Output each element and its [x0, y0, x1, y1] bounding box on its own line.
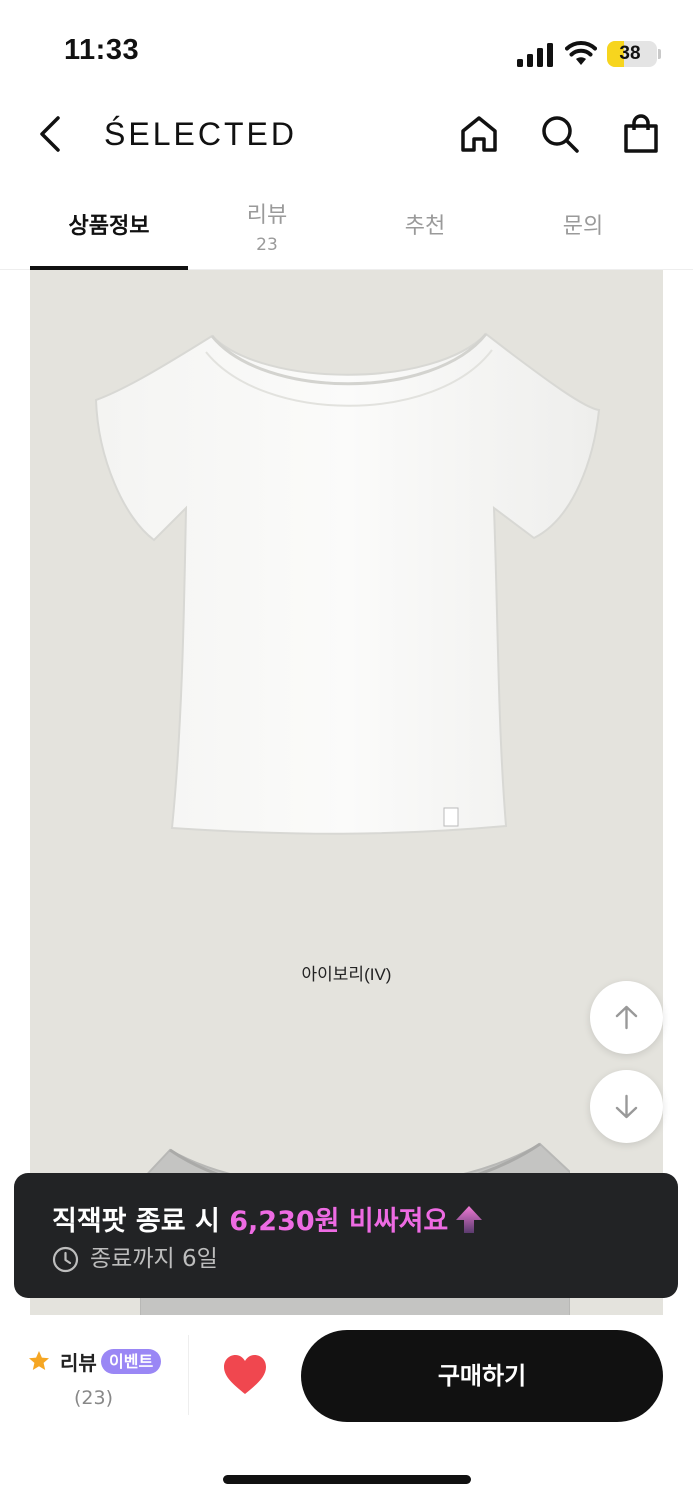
- home-icon[interactable]: [457, 112, 501, 156]
- promo-text: 직잭팟 종료 시: [52, 1206, 230, 1237]
- promo-headline: 직잭팟 종료 시 6,230원 비싸져요: [52, 1199, 484, 1238]
- price-increase-banner[interactable]: 직잭팟 종료 시 6,230원 비싸져요 종료까지 6일: [14, 1173, 678, 1298]
- star-icon: [29, 1351, 49, 1370]
- status-time: 11:33: [64, 34, 140, 66]
- wifi-icon: [565, 41, 597, 65]
- brand-logo[interactable]: ŚELECTED: [104, 112, 297, 156]
- battery-indicator: 38: [607, 41, 661, 67]
- search-icon[interactable]: [538, 112, 582, 156]
- scroll-up-button[interactable]: [590, 981, 663, 1054]
- clock-icon: [52, 1246, 79, 1273]
- arrow-up-gradient-icon: [456, 1206, 483, 1233]
- scroll-down-button[interactable]: [590, 1070, 663, 1143]
- product-image-area: 아이보리(IV): [30, 270, 663, 1315]
- tab-product-info[interactable]: 상품정보: [30, 180, 188, 270]
- product-image-white-tshirt: [94, 332, 601, 835]
- arrow-up-icon: [615, 1005, 638, 1030]
- tab-label: 리뷰: [246, 203, 288, 228]
- status-bar: 11:33 38: [0, 0, 693, 100]
- promo-deadline: 종료까지 6일: [90, 1246, 218, 1272]
- cellular-signal-icon: [517, 43, 553, 67]
- tab-inquiry[interactable]: 문의: [504, 180, 662, 270]
- battery-level: 38: [619, 43, 641, 64]
- app-header: ŚELECTED: [0, 100, 693, 170]
- tab-label: 문의: [562, 214, 604, 239]
- review-summary[interactable]: 리뷰 이벤트 (23): [28, 1347, 188, 1417]
- event-badge: 이벤트: [101, 1349, 162, 1374]
- tab-label: 상품정보: [68, 214, 150, 239]
- heart-icon[interactable]: [222, 1353, 268, 1397]
- bottom-action-bar: 리뷰 이벤트 (23) 구매하기: [0, 1315, 693, 1500]
- home-indicator: [223, 1475, 471, 1484]
- promo-price-increase: 6,230원 비싸져요: [229, 1206, 449, 1237]
- back-button[interactable]: [34, 112, 70, 156]
- product-tabs: 상품정보 리뷰 23 추천 문의: [0, 180, 693, 270]
- divider: [188, 1335, 189, 1415]
- tab-label: 추천: [404, 214, 446, 239]
- product-color-label: 아이보리(IV): [301, 965, 392, 984]
- tab-recommend[interactable]: 추천: [346, 180, 504, 270]
- tab-review-count: 23: [256, 235, 278, 255]
- review-label: 리뷰: [60, 1351, 97, 1375]
- review-count: (23): [74, 1387, 114, 1409]
- buy-button[interactable]: 구매하기: [301, 1330, 663, 1422]
- shopping-bag-icon[interactable]: [619, 112, 663, 156]
- tab-reviews[interactable]: 리뷰 23: [188, 180, 346, 270]
- battery-cap: [658, 49, 661, 59]
- arrow-down-icon: [615, 1094, 638, 1119]
